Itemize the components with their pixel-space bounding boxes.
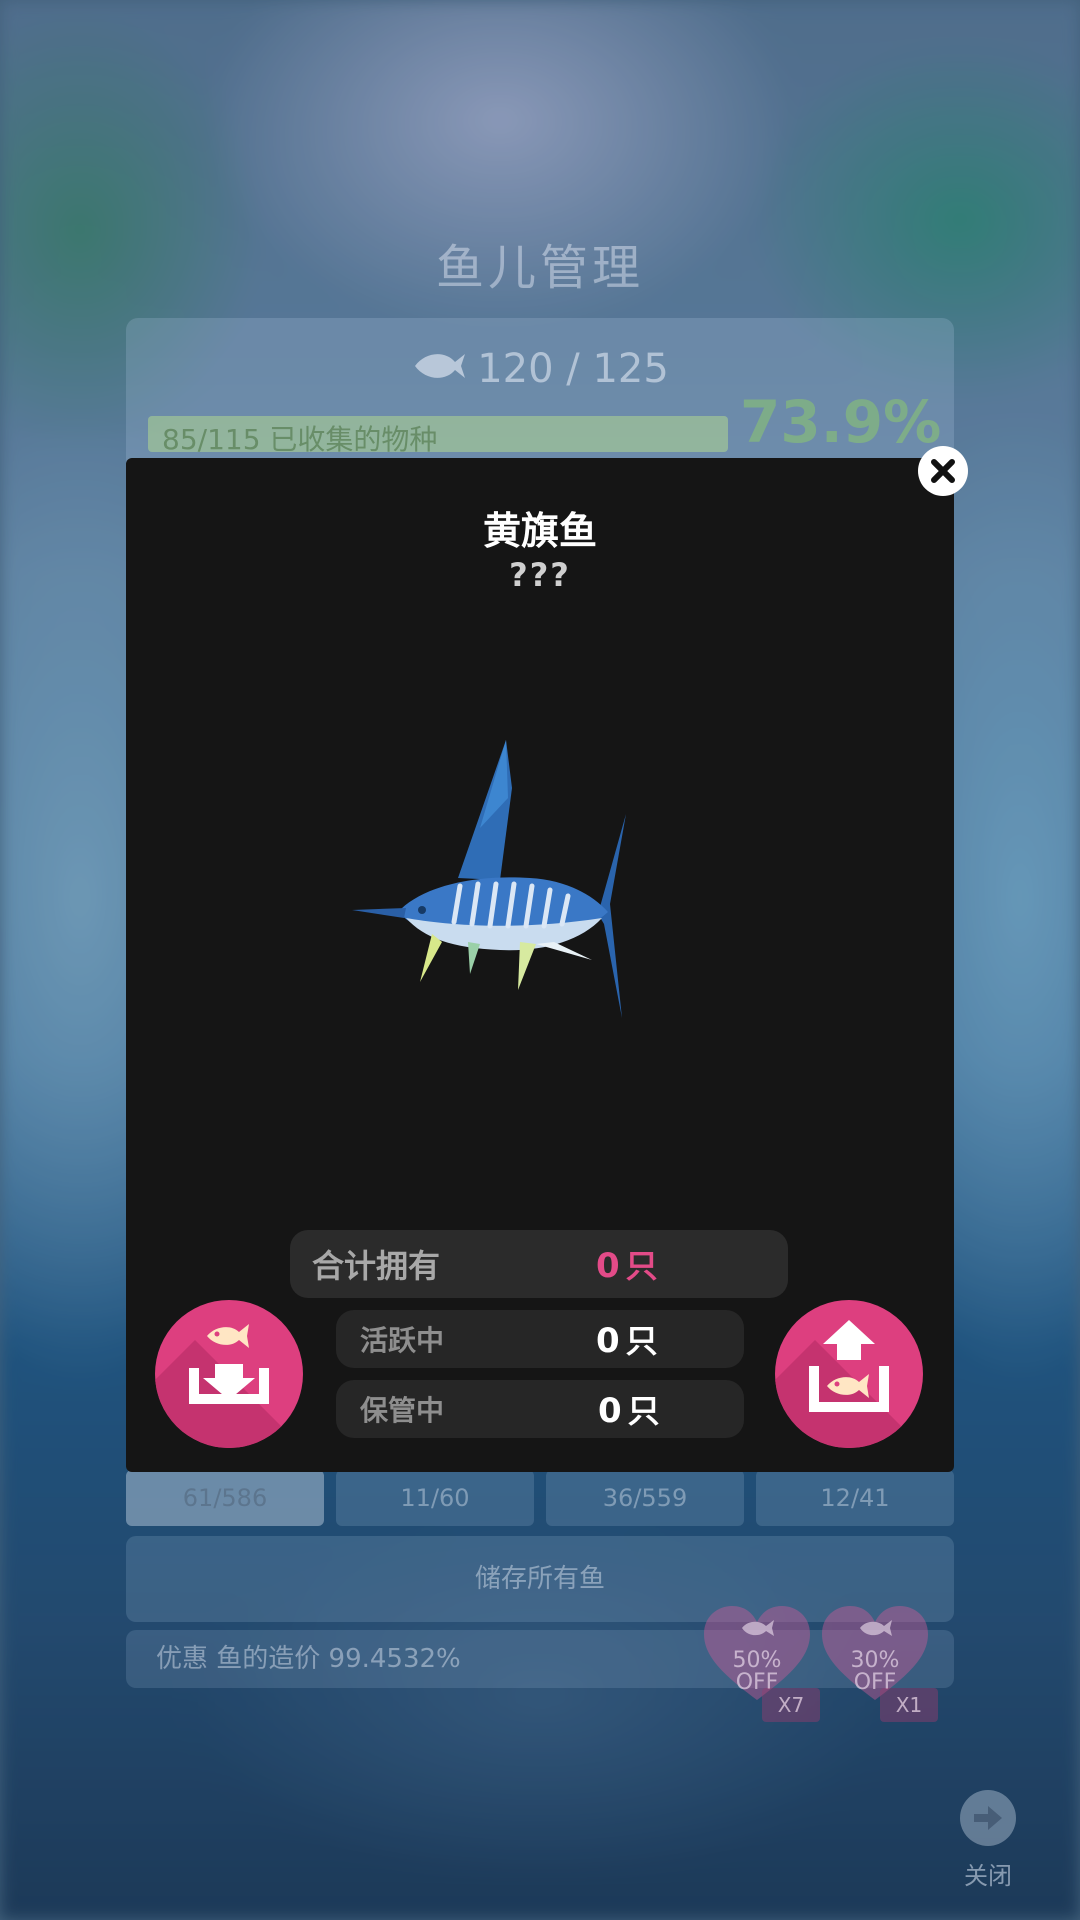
coupon-quantity: X7 — [762, 1688, 820, 1722]
coupon-30-off[interactable]: 30% OFF X1 — [820, 1604, 938, 1722]
total-owned-label: 合计拥有 — [312, 1247, 441, 1285]
active-row: 活跃中 0只 — [336, 1310, 744, 1368]
collection-percent: 73.9% — [740, 388, 942, 456]
release-fish-button[interactable] — [775, 1300, 923, 1448]
fish-icon — [411, 348, 467, 394]
total-owned-value: 0只 — [596, 1241, 658, 1287]
stored-number: 0 — [598, 1391, 622, 1431]
active-number: 0 — [596, 1321, 620, 1361]
arrow-right-icon — [974, 1806, 1002, 1830]
stored-value: 0只 — [598, 1386, 660, 1432]
coupon-50-off[interactable]: 50% OFF X7 — [702, 1604, 820, 1722]
stored-row: 保管中 0只 — [336, 1380, 744, 1438]
category-tab[interactable]: 12/41 — [756, 1470, 954, 1526]
category-tab[interactable]: 36/559 — [546, 1470, 744, 1526]
category-tab[interactable]: 61/586 — [126, 1470, 324, 1526]
store-fish-button[interactable] — [155, 1300, 303, 1448]
total-owned-row: 合计拥有 0只 — [290, 1230, 788, 1298]
unit-label: 只 — [625, 1247, 658, 1285]
fish-count-text: 120 / 125 — [477, 346, 669, 392]
unit-label: 只 — [625, 1322, 658, 1360]
fish-count: 120 / 125 — [0, 346, 1080, 394]
fish-subtitle: ??? — [509, 556, 571, 594]
active-value: 0只 — [596, 1316, 658, 1362]
close-icon — [931, 459, 955, 483]
marlin-illustration — [352, 740, 626, 1018]
category-tabs: 61/586 11/60 36/559 12/41 — [126, 1470, 954, 1526]
stored-label: 保管中 — [360, 1394, 445, 1427]
total-owned-number: 0 — [596, 1246, 620, 1286]
fish-release-icon — [809, 1320, 889, 1412]
category-tab[interactable]: 11/60 — [336, 1470, 534, 1526]
collection-progress-text: 85/115 已收集的物种 — [162, 423, 438, 456]
unit-label: 只 — [627, 1392, 660, 1430]
modal-close-button[interactable] — [918, 446, 968, 496]
fish-store-icon — [189, 1324, 269, 1404]
active-label: 活跃中 — [360, 1324, 445, 1357]
manager-title: 鱼儿管理 — [435, 240, 644, 296]
close-manager-button[interactable] — [960, 1790, 1016, 1846]
fish-name: 黄旗鱼 — [482, 509, 597, 553]
close-manager-label: 关闭 — [964, 1862, 1012, 1890]
coupon-quantity: X1 — [880, 1688, 938, 1722]
